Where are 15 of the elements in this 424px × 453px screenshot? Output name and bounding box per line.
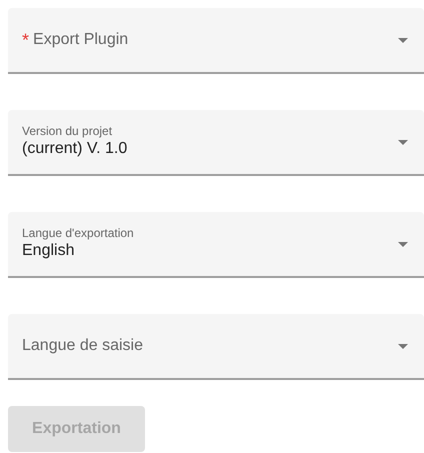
dropdown-field[interactable]: Version du projet (current) V. 1.0: [8, 110, 424, 176]
dropdown-caret-icon: [398, 140, 408, 144]
field-label: Langue d'exportation: [22, 226, 135, 240]
dropdown-field[interactable]: Langue de saisie: [8, 314, 424, 380]
field-value: English: [22, 241, 76, 261]
field-placeholder: Export Plugin: [33, 30, 128, 50]
dropdown-caret-icon: [398, 38, 408, 42]
dropdown-field[interactable]: Langue d'exportation English: [8, 212, 424, 278]
dropdown-caret-icon: [398, 242, 408, 246]
field-placeholder: Langue de saisie: [22, 336, 143, 356]
required-mark: *: [22, 31, 30, 49]
dropdown-field[interactable]: * Export Plugin: [8, 8, 424, 74]
field-label: Version du projet: [22, 124, 114, 138]
dropdown-caret-icon: [398, 344, 408, 348]
field-value: (current) V. 1.0: [22, 139, 128, 159]
